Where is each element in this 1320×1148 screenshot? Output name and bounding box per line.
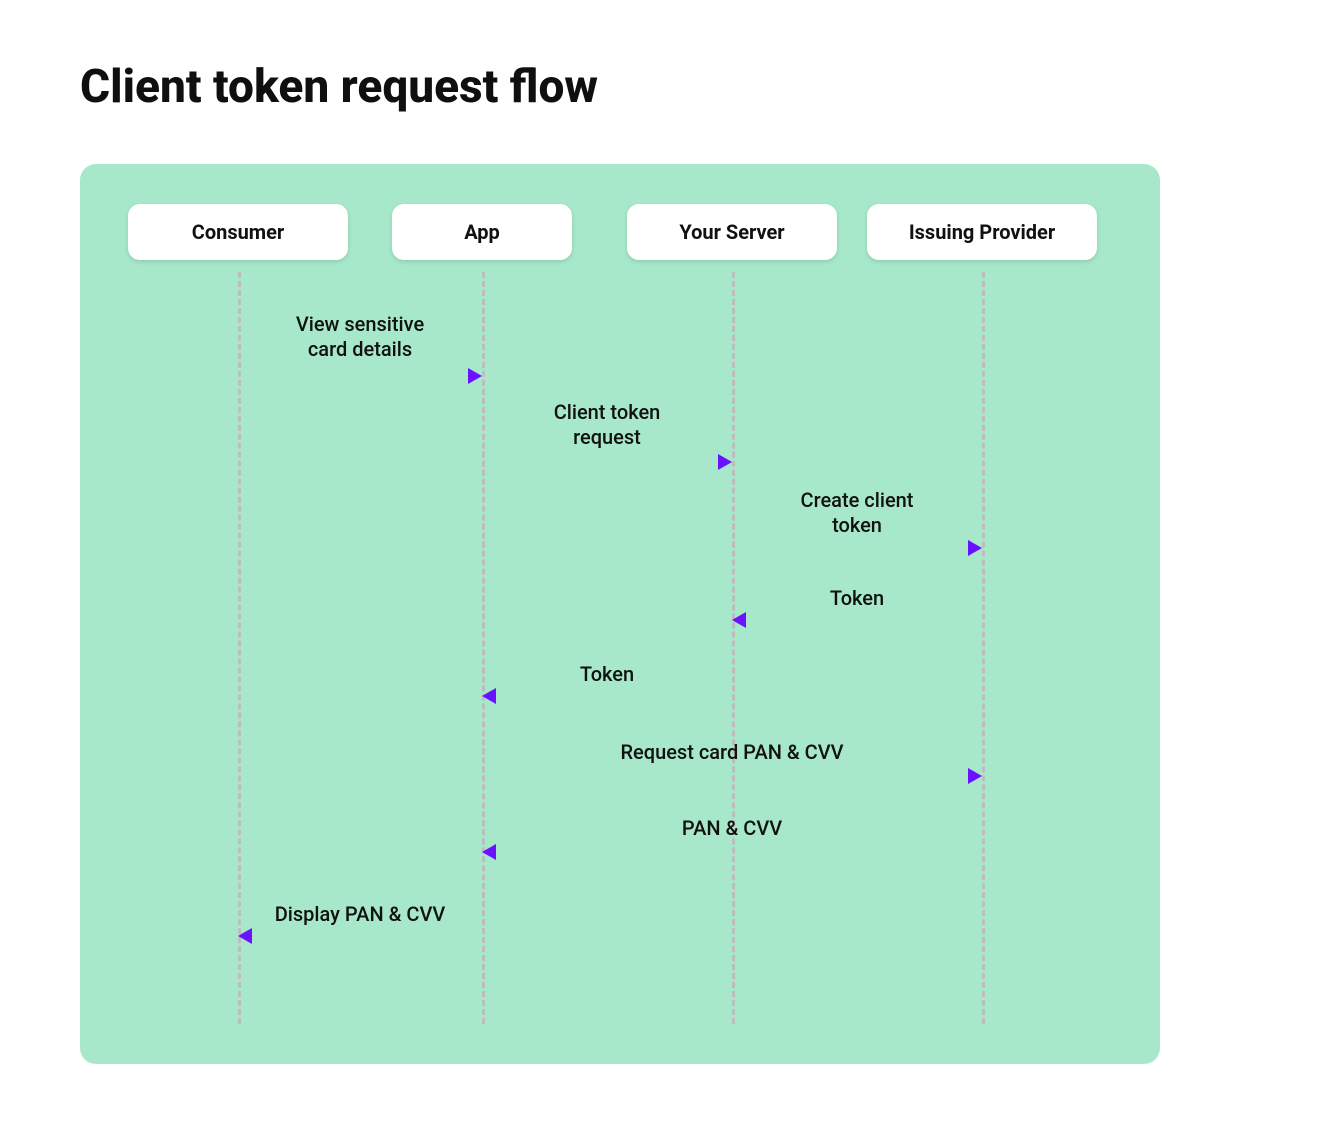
message-label: Token [712,586,1002,611]
lane-header-server: Your Server [627,204,837,260]
message-label: View sensitive card details [218,312,502,362]
lifeline-provider [982,272,985,1024]
message-label: Client token request [462,400,752,450]
lane-header-consumer: Consumer [128,204,348,260]
arrowhead-icon [468,368,482,384]
arrowhead-icon [718,454,732,470]
arrowhead-icon [968,540,982,556]
arrowhead-icon [968,768,982,784]
lane-header-label: App [464,220,500,244]
message-label: PAN & CVV [462,816,1002,841]
lifeline-server [732,272,735,1024]
lane-header-label: Issuing Provider [909,220,1055,244]
lane-header-label: Consumer [192,220,285,244]
message-label: Create client token [712,488,1002,538]
message-label: Token [462,662,752,687]
message-label: Display PAN & CVV [218,902,502,927]
message-label: Request card PAN & CVV [462,740,1002,765]
lane-header-app: App [392,204,572,260]
lane-header-label: Your Server [679,220,784,244]
lane-header-provider: Issuing Provider [867,204,1097,260]
sequence-diagram: Consumer App Your Server Issuing Provider Vi… [80,164,1160,1064]
diagram-title: Client token request flow [80,60,1240,114]
page: Client token request flow Consumer App You… [80,60,1240,1064]
